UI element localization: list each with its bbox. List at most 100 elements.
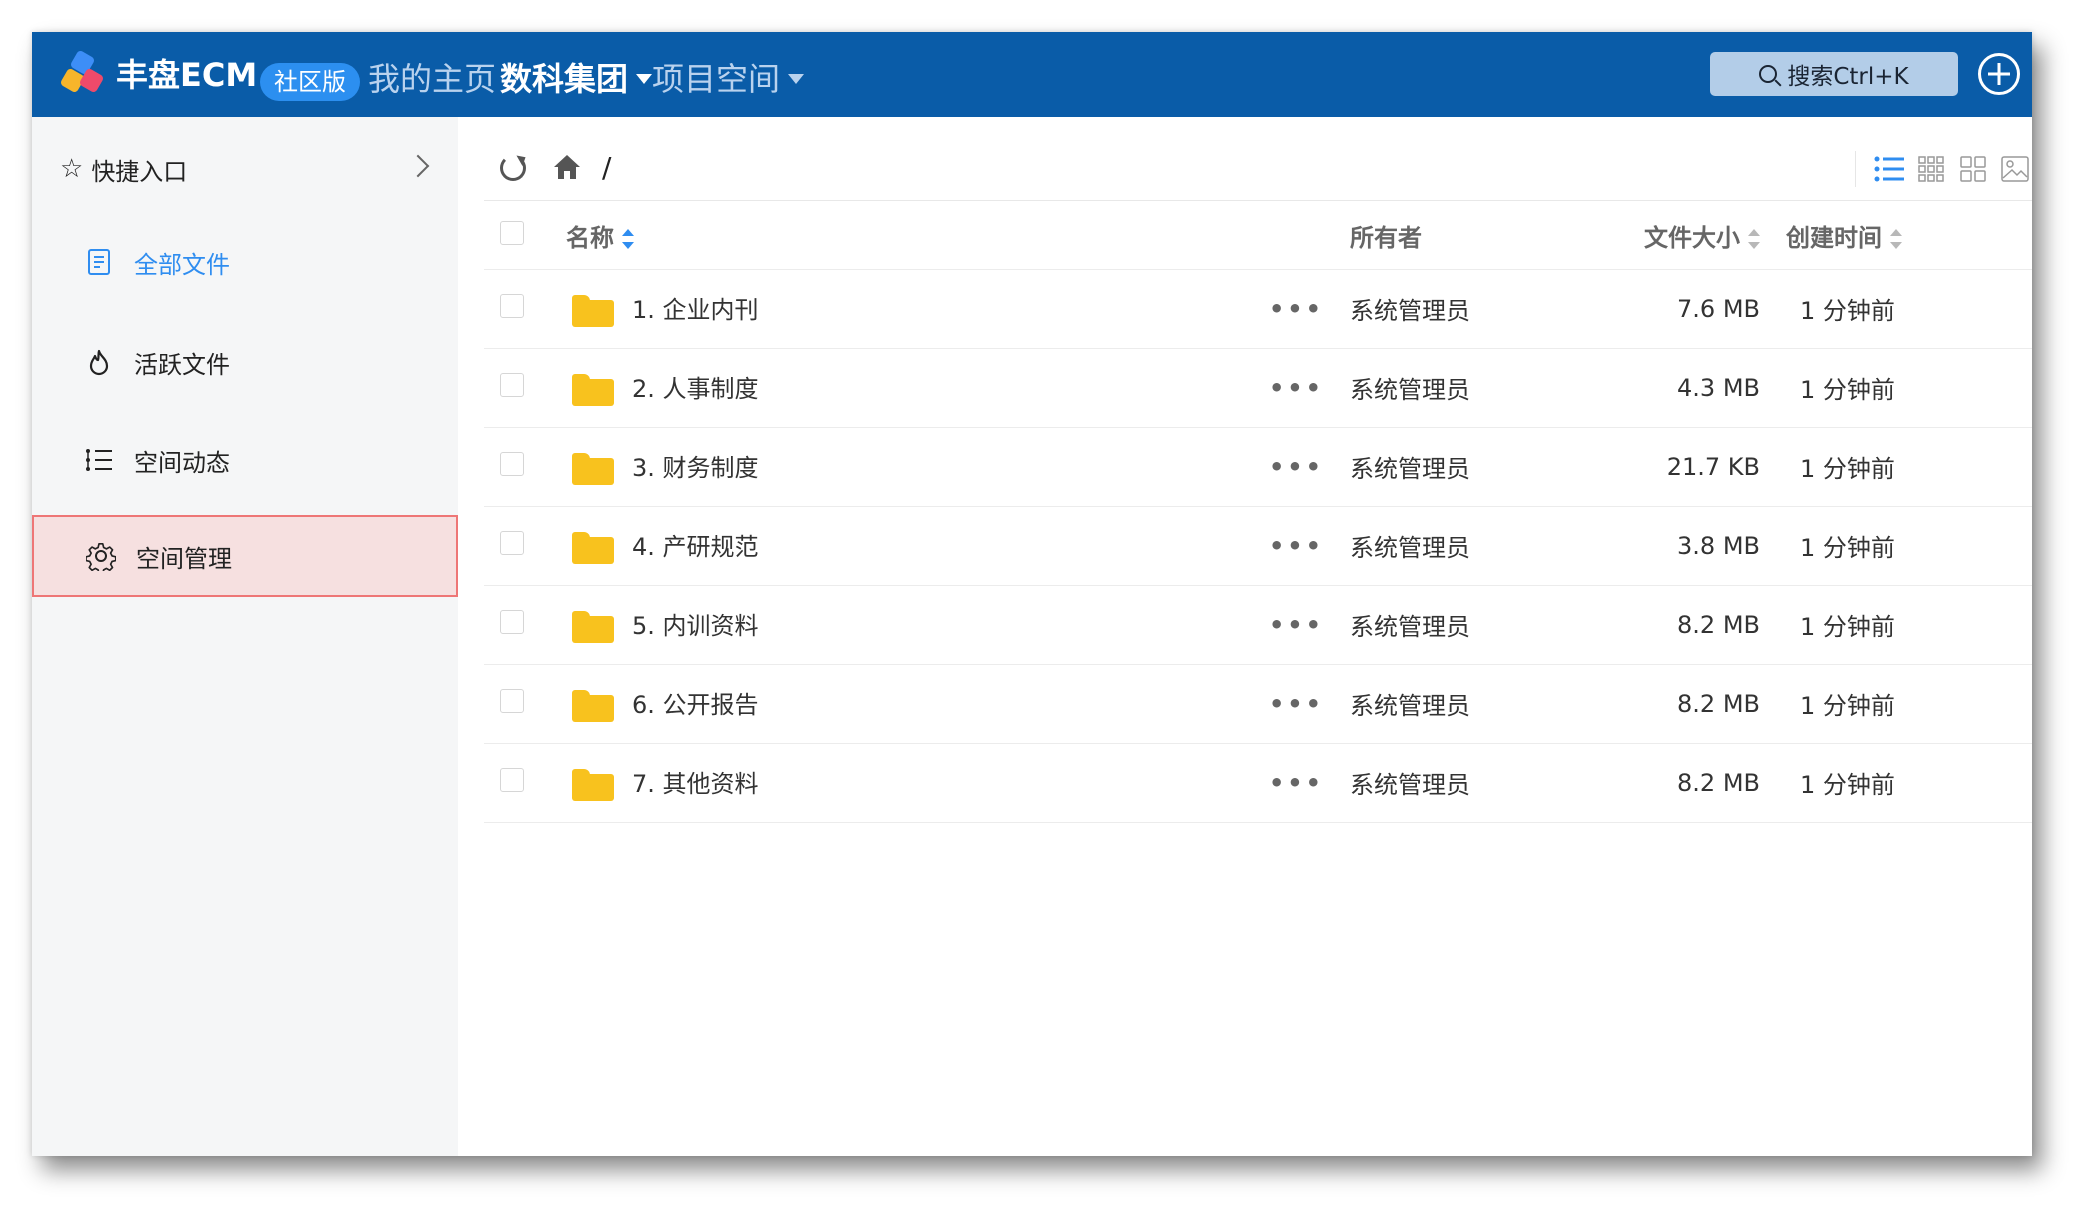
star-icon: ☆ bbox=[60, 154, 84, 184]
sort-icon bbox=[1890, 228, 1902, 250]
file-created: 1 分钟前 bbox=[1760, 743, 2032, 823]
folder-icon bbox=[572, 453, 614, 485]
file-created: 1 分钟前 bbox=[1760, 348, 2032, 428]
app-window: 丰盘ECM 社区版 我的主页 数科集团 项目空间 搜索Ctrl+K ☆ 快捷入口 bbox=[32, 32, 2032, 1156]
row-checkbox[interactable] bbox=[500, 451, 524, 476]
file-name[interactable]: 3. 财务制度 bbox=[632, 454, 759, 482]
sidebar: ☆ 快捷入口 全部文件 活跃文件 空间动态 空间管理 bbox=[32, 117, 458, 1156]
column-created-header[interactable]: 创建时间 bbox=[1760, 203, 2032, 270]
file-size: 21.7 KB bbox=[1590, 427, 1760, 507]
nav-project-space[interactable]: 项目空间 bbox=[652, 54, 805, 100]
gear-icon bbox=[86, 541, 116, 571]
file-owner: 系统管理员 bbox=[1350, 269, 1590, 349]
table-row[interactable]: 2. 人事制度 ••• 系统管理员 4.3 MB 1 分钟前 bbox=[484, 348, 2032, 428]
row-checkbox[interactable] bbox=[500, 372, 524, 397]
image-view-icon[interactable] bbox=[1998, 152, 2032, 186]
more-actions-icon[interactable]: ••• bbox=[1269, 374, 1324, 402]
file-owner: 系统管理员 bbox=[1350, 506, 1590, 586]
table-header-row: 名称 所有者 文件大小 创建时间 bbox=[484, 203, 2032, 270]
add-button[interactable] bbox=[1978, 53, 2020, 95]
table-row[interactable]: 3. 财务制度 ••• 系统管理员 21.7 KB 1 分钟前 bbox=[484, 427, 2032, 507]
more-actions-icon[interactable]: ••• bbox=[1269, 690, 1324, 718]
file-size: 4.3 MB bbox=[1590, 348, 1760, 428]
activity-list-icon bbox=[84, 445, 114, 475]
small-grid-view-icon[interactable] bbox=[1914, 152, 1948, 186]
edition-badge: 社区版 bbox=[260, 63, 360, 101]
folder-icon bbox=[572, 690, 614, 722]
file-size: 3.8 MB bbox=[1590, 506, 1760, 586]
more-actions-icon[interactable]: ••• bbox=[1269, 769, 1324, 797]
refresh-icon[interactable] bbox=[500, 155, 526, 181]
sidebar-item-label: 空间动态 bbox=[134, 448, 230, 477]
file-created: 1 分钟前 bbox=[1760, 664, 2032, 744]
file-owner: 系统管理员 bbox=[1350, 743, 1590, 823]
file-owner: 系统管理员 bbox=[1350, 585, 1590, 665]
file-table: 名称 所有者 文件大小 创建时间 1. 企业内刊 ••• 系统管理员 7.6 MB 1 … bbox=[484, 203, 2032, 823]
file-owner: 系统管理员 bbox=[1350, 664, 1590, 744]
file-owner: 系统管理员 bbox=[1350, 348, 1590, 428]
sort-icon bbox=[1748, 228, 1760, 250]
more-actions-icon[interactable]: ••• bbox=[1269, 611, 1324, 639]
brand-name: 丰盘ECM bbox=[116, 56, 258, 94]
search-icon bbox=[1759, 65, 1778, 83]
quick-entry-label: 快捷入口 bbox=[91, 157, 188, 186]
more-actions-icon[interactable]: ••• bbox=[1269, 453, 1324, 481]
sidebar-item-label: 空间管理 bbox=[136, 544, 232, 573]
table-row[interactable]: 5. 内训资料 ••• 系统管理员 8.2 MB 1 分钟前 bbox=[484, 585, 2032, 665]
file-name[interactable]: 5. 内训资料 bbox=[632, 612, 759, 640]
table-row[interactable]: 1. 企业内刊 ••• 系统管理员 7.6 MB 1 分钟前 bbox=[484, 269, 2032, 349]
file-name[interactable]: 7. 其他资料 bbox=[632, 770, 759, 798]
quick-entry-toggle[interactable]: ☆ 快捷入口 bbox=[60, 147, 430, 191]
logo-icon bbox=[59, 49, 105, 96]
flame-icon bbox=[84, 347, 114, 377]
sidebar-item-all-files[interactable]: 全部文件 bbox=[32, 221, 458, 303]
search-label: 搜索Ctrl+K bbox=[1787, 64, 1909, 90]
file-size: 7.6 MB bbox=[1590, 269, 1760, 349]
sidebar-item-space-management[interactable]: 空间管理 bbox=[32, 515, 458, 597]
file-name[interactable]: 4. 产研规范 bbox=[632, 533, 759, 561]
document-icon bbox=[84, 247, 114, 277]
search-button[interactable]: 搜索Ctrl+K bbox=[1710, 52, 1958, 96]
chevron-down-icon bbox=[636, 74, 653, 84]
main-content: / 名称 所有者 文件大小 创建时间 1. 企业内刊 ••• 系统管理员 7.6… bbox=[458, 117, 2032, 1156]
file-name[interactable]: 6. 公开报告 bbox=[632, 691, 759, 719]
sidebar-item-label: 全部文件 bbox=[134, 250, 230, 279]
row-checkbox[interactable] bbox=[500, 767, 524, 792]
home-icon[interactable] bbox=[552, 153, 582, 183]
file-name[interactable]: 1. 企业内刊 bbox=[632, 296, 759, 324]
file-toolbar: / bbox=[484, 137, 2032, 201]
column-owner-header: 所有者 bbox=[1350, 203, 1590, 270]
table-row[interactable]: 6. 公开报告 ••• 系统管理员 8.2 MB 1 分钟前 bbox=[484, 664, 2032, 744]
folder-icon bbox=[572, 374, 614, 406]
more-actions-icon[interactable]: ••• bbox=[1269, 295, 1324, 323]
row-checkbox[interactable] bbox=[500, 293, 524, 318]
file-name[interactable]: 2. 人事制度 bbox=[632, 375, 759, 403]
file-created: 1 分钟前 bbox=[1760, 506, 2032, 586]
chevron-down-icon bbox=[788, 74, 805, 84]
breadcrumb[interactable]: / bbox=[602, 151, 611, 184]
nav-my-home[interactable]: 我的主页 bbox=[368, 54, 496, 100]
row-checkbox[interactable] bbox=[500, 609, 524, 634]
more-actions-icon[interactable]: ••• bbox=[1269, 532, 1324, 560]
folder-icon bbox=[572, 295, 614, 327]
table-row[interactable]: 4. 产研规范 ••• 系统管理员 3.8 MB 1 分钟前 bbox=[484, 506, 2032, 586]
chevron-right-icon bbox=[406, 154, 430, 178]
column-size-header[interactable]: 文件大小 bbox=[1590, 203, 1760, 270]
folder-icon bbox=[572, 532, 614, 564]
file-owner: 系统管理员 bbox=[1350, 427, 1590, 507]
top-header: 丰盘ECM 社区版 我的主页 数科集团 项目空间 搜索Ctrl+K bbox=[32, 32, 2032, 117]
sidebar-item-label: 活跃文件 bbox=[134, 350, 230, 379]
sidebar-item-active-files[interactable]: 活跃文件 bbox=[32, 321, 458, 403]
file-created: 1 分钟前 bbox=[1760, 269, 2032, 349]
file-size: 8.2 MB bbox=[1590, 743, 1760, 823]
large-grid-view-icon[interactable] bbox=[1956, 152, 1990, 186]
row-checkbox[interactable] bbox=[500, 530, 524, 555]
row-checkbox[interactable] bbox=[500, 688, 524, 713]
nav-group-space[interactable]: 数科集团 bbox=[500, 54, 653, 100]
column-name-header[interactable]: 名称 bbox=[550, 203, 1150, 270]
list-view-icon[interactable] bbox=[1872, 152, 1906, 186]
table-row[interactable]: 7. 其他资料 ••• 系统管理员 8.2 MB 1 分钟前 bbox=[484, 743, 2032, 823]
sidebar-item-space-activity[interactable]: 空间动态 bbox=[32, 419, 458, 501]
select-all-checkbox[interactable] bbox=[500, 220, 524, 245]
file-size: 8.2 MB bbox=[1590, 664, 1760, 744]
